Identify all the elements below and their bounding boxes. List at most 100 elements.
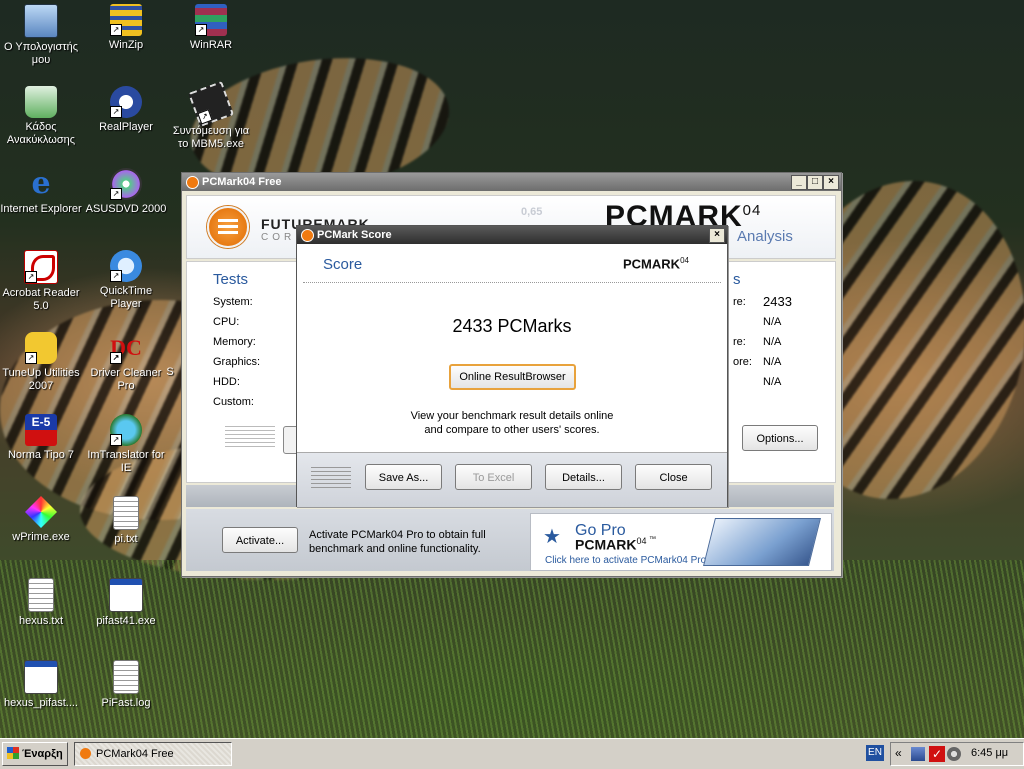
desktop-icon-norma-tipo[interactable]: E-5 Norma Tipo 7 <box>0 414 82 462</box>
main-window-title: PCMark04 Free <box>202 176 282 188</box>
save-as-button[interactable]: Save As... <box>365 464 442 490</box>
test-label-graphics: Graphics: <box>213 356 261 368</box>
desktop-icon-label: Ο Υπολογιστής μου <box>3 41 79 66</box>
result-label: re: <box>733 336 746 348</box>
desktop-icon-label: hexus.txt <box>18 615 64 627</box>
score-description-line: and compare to other users' scores. <box>424 424 600 436</box>
desktop-icon-label: PiFast.log <box>101 697 151 709</box>
language-indicator[interactable]: EN <box>866 745 884 761</box>
close-window-button[interactable]: × <box>823 175 839 190</box>
acrobat-reader-icon: ↗ <box>24 250 58 284</box>
pcmark-version: 04 <box>742 202 762 219</box>
desktop-icon-driver-cleaner[interactable]: DC ↗ Driver Cleaner Pro <box>85 332 167 393</box>
header-faded-graphic-value: 0,65 <box>521 206 543 218</box>
to-excel-button[interactable]: To Excel <box>455 464 532 490</box>
result-value-graphics: N/A <box>763 356 782 368</box>
desktop-icon-imtranslator[interactable]: ↗ ImTranslator for IE <box>85 414 167 475</box>
desktop-icon-pifast41[interactable]: pifast41.exe <box>85 578 167 628</box>
maximize-button[interactable]: □ <box>807 175 823 190</box>
close-button[interactable]: Close <box>635 464 712 490</box>
desktop-icon-internet-explorer[interactable]: e Internet Explorer <box>0 168 82 216</box>
test-label-cpu: CPU: <box>213 316 240 328</box>
score-dialog-titlebar[interactable]: PCMark Score × <box>297 226 727 244</box>
desktop-icon-acrobat-reader[interactable]: ↗ Acrobat Reader 5.0 <box>0 250 82 313</box>
desktop-icon-mbm5[interactable]: ↗ Συντόμευση για το MBM5.exe <box>170 80 252 151</box>
desktop-icon-label: Internet Explorer <box>0 203 82 215</box>
desktop-icon-pi-txt[interactable]: pi.txt <box>85 496 167 546</box>
main-window-titlebar[interactable]: PCMark04 Free _ □ × <box>182 173 841 191</box>
go-pro-trademark: ™ <box>649 536 656 543</box>
tests-heading: Tests <box>213 271 249 288</box>
score-dialog-title: PCMark Score <box>317 229 392 241</box>
pcmark-app-icon <box>186 176 199 189</box>
exe-window-icon <box>109 578 143 612</box>
text-file-icon <box>113 660 139 694</box>
result-label: re: <box>733 296 746 308</box>
shortcut-arrow-icon: ↗ <box>110 352 122 364</box>
details-button[interactable]: Details... <box>545 464 622 490</box>
shortcut-arrow-icon: ↗ <box>110 434 122 446</box>
score-button-bar: Save As... To Excel Details... Close <box>297 452 727 507</box>
text-file-icon <box>28 578 54 612</box>
windows-logo-icon <box>7 747 19 759</box>
desktop-icon-hexus-txt[interactable]: hexus.txt <box>0 578 82 628</box>
desktop-icon-wprime[interactable]: wPrime.exe <box>0 496 82 544</box>
go-pro-banner[interactable]: ★ Go Pro PCMARK04 ™ Click here to activa… <box>530 513 832 571</box>
online-resultbrowser-button[interactable]: Online ResultBrowser <box>449 364 576 390</box>
result-value-cpu: N/A <box>763 316 782 328</box>
tray-expand-icon[interactable]: « <box>895 746 902 760</box>
go-pro-version: 04 <box>636 536 647 546</box>
score-pcmark-logo: PCMARK04 <box>623 256 689 271</box>
volume-tray-icon[interactable] <box>947 747 961 761</box>
go-pro-brand-text: PCMARK <box>575 536 637 553</box>
desktop-icon-tuneup[interactable]: ↗ TuneUp Utilities 2007 <box>0 332 82 393</box>
close-dialog-x-button[interactable]: × <box>709 228 725 243</box>
shortcut-arrow-icon: ↗ <box>110 188 122 200</box>
futuremark-logo-lines <box>218 219 238 222</box>
shortcut-arrow-icon: ↗ <box>110 270 122 282</box>
tuneup-icon: ↗ <box>25 332 57 364</box>
desktop-icon-label: hexus_pifast.... <box>4 697 78 709</box>
activate-description: Activate PCMark04 Pro to obtain full ben… <box>309 529 486 555</box>
antivirus-tray-icon[interactable]: ✓ <box>929 746 945 762</box>
realplayer-icon: ↗ <box>110 86 142 118</box>
score-description-line: View your benchmark result details onlin… <box>410 410 614 422</box>
minimize-button[interactable]: _ <box>791 175 807 190</box>
system-tray: « ✓ 6:45 μμ <box>890 742 1024 766</box>
desktop-icon-winrar[interactable]: ↗ WinRAR <box>170 4 252 52</box>
exe-window-icon <box>24 660 58 694</box>
desktop-icon-hexus-pifast[interactable]: hexus_pifast.... <box>0 660 82 710</box>
desktop-icon-asusdvd[interactable]: ↗ ASUSDVD 2000 <box>85 168 167 216</box>
desktop-icon-quicktime[interactable]: ↗ QuickTime Player <box>85 250 167 311</box>
score-pcmark-logo-text: PCMARK <box>623 256 681 272</box>
options-button[interactable]: Options... <box>742 425 818 451</box>
clock[interactable]: 6:45 μμ <box>971 747 1008 759</box>
futuremark-logo-icon <box>207 206 249 248</box>
score-value: 2433 PCMarks <box>452 316 572 336</box>
my-computer-icon <box>24 4 58 38</box>
test-label-custom: Custom: <box>213 396 254 408</box>
desktop-icon-winzip[interactable]: ↗ WinZip <box>85 4 167 52</box>
shortcut-arrow-icon: ↗ <box>197 109 213 125</box>
taskbar-button-pcmark[interactable]: PCMark04 Free <box>74 742 232 766</box>
result-value-system: 2433 <box>763 294 792 309</box>
result-value-memory: N/A <box>763 336 782 348</box>
desktop-icon-label: Συντόμευση για το MBM5.exe <box>172 125 250 150</box>
desktop-icon-label: Κάδος Ανακύκλωσης <box>6 121 76 146</box>
pcmark-subtitle: Analysis <box>737 228 793 245</box>
desktop-icon-label: RealPlayer <box>99 121 153 133</box>
recycle-bin-icon <box>25 86 57 118</box>
desktop-icon-realplayer[interactable]: ↗ RealPlayer <box>85 86 167 134</box>
start-label: Έναρξη <box>22 748 63 760</box>
desktop-icon-recycle-bin[interactable]: Κάδος Ανακύκλωσης <box>0 86 82 147</box>
test-label-memory: Memory: <box>213 336 256 348</box>
pcmark-app-icon <box>301 229 314 242</box>
network-tray-icon[interactable] <box>911 747 925 761</box>
desktop-icon-pifast-log[interactable]: PiFast.log <box>85 660 167 710</box>
start-button[interactable]: Έναρξη <box>2 742 68 766</box>
desktop-icon-my-computer[interactable]: Ο Υπολογιστής μου <box>0 4 82 67</box>
shortcut-arrow-icon: ↗ <box>25 271 37 283</box>
results-heading: s <box>733 271 741 288</box>
activate-button[interactable]: Activate... <box>222 527 298 553</box>
desktop-icon-label: pifast41.exe <box>96 615 156 627</box>
